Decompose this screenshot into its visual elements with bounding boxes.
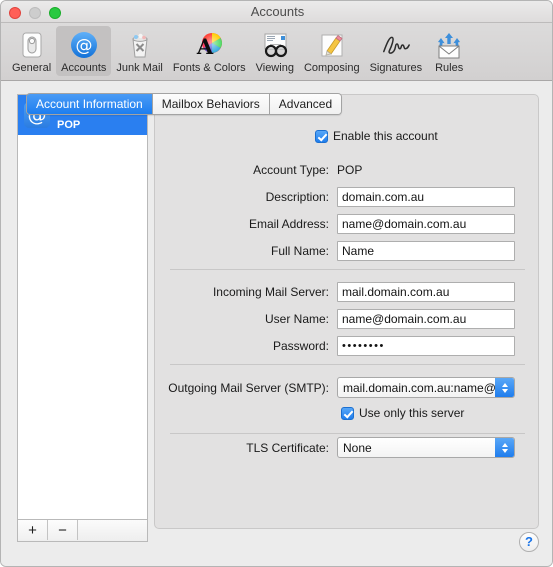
- toolbar-item-viewing[interactable]: Viewing: [251, 26, 299, 76]
- outgoing-mail-server-row: Outgoing Mail Server (SMTP): mail.domain…: [155, 377, 540, 398]
- use-only-this-server-checkbox[interactable]: Use only this server: [341, 406, 464, 420]
- signature-icon: [380, 29, 412, 61]
- email-address-input[interactable]: name@domain.com.au: [337, 214, 515, 234]
- toolbar-label: Accounts: [61, 62, 107, 74]
- account-type-value: POP: [337, 163, 363, 177]
- description-label: Description:: [265, 190, 329, 204]
- toolbar-item-general[interactable]: General: [7, 26, 56, 76]
- tab-mailbox-behaviors[interactable]: Mailbox Behaviors: [152, 94, 270, 114]
- toolbar-item-fonts-colors[interactable]: A Fonts & Colors: [168, 26, 251, 76]
- eyeglasses-icon: [259, 29, 291, 61]
- chevron-updown-icon: [495, 438, 514, 457]
- full-name-row: Full Name: Name: [155, 241, 540, 261]
- preferences-body: @ domain.co… POP + − Enable this account…: [1, 81, 552, 566]
- toolbar-label: Junk Mail: [116, 62, 163, 74]
- window-title: Accounts: [250, 4, 305, 19]
- password-label: Password:: [272, 339, 329, 353]
- toolbar-label: Fonts & Colors: [172, 62, 246, 74]
- toolbar-label: Composing: [303, 62, 360, 74]
- user-name-label: User Name:: [264, 312, 329, 326]
- user-name-row: User Name: name@domain.com.au: [155, 309, 540, 329]
- footer-filler: [78, 520, 147, 541]
- toolbar-item-junk-mail[interactable]: Junk Mail: [111, 26, 167, 76]
- general-switch-icon: [16, 29, 48, 61]
- password-row: Password: ••••••••: [155, 336, 540, 356]
- preferences-toolbar: General @ Accounts Junk Mail A Fonts & C…: [1, 23, 552, 81]
- account-detail-panel: Enable this account Account Type: POP De…: [154, 94, 539, 529]
- email-address-row: Email Address: name@domain.com.au: [155, 214, 540, 234]
- font-color-wheel-icon: A: [193, 29, 225, 61]
- svg-text:@: @: [75, 36, 92, 56]
- remove-account-button[interactable]: −: [48, 520, 78, 540]
- tls-certificate-select[interactable]: None: [337, 437, 515, 458]
- toolbar-item-rules[interactable]: Rules: [427, 26, 471, 76]
- toolbar-label: General: [12, 62, 52, 74]
- outgoing-mail-server-value: mail.domain.com.au:name@d: [343, 380, 503, 395]
- incoming-mail-server-row: Incoming Mail Server: mail.domain.com.au: [155, 282, 540, 302]
- full-name-input[interactable]: Name: [337, 241, 515, 261]
- accounts-list[interactable]: @ domain.co… POP: [17, 94, 148, 520]
- enable-account-checkbox[interactable]: Enable this account: [315, 129, 438, 143]
- password-input[interactable]: ••••••••: [337, 336, 515, 356]
- use-only-this-server-label: Use only this server: [359, 406, 465, 420]
- pencil-paper-icon: [316, 29, 348, 61]
- divider: [170, 364, 525, 365]
- toolbar-item-composing[interactable]: Composing: [299, 26, 365, 76]
- toolbar-item-accounts[interactable]: @ Accounts: [56, 26, 112, 76]
- incoming-mail-server-input[interactable]: mail.domain.com.au: [337, 282, 515, 302]
- full-name-label: Full Name:: [270, 244, 329, 258]
- description-input[interactable]: domain.com.au: [337, 187, 515, 207]
- description-row: Description: domain.com.au: [155, 187, 540, 207]
- add-account-button[interactable]: +: [18, 520, 48, 540]
- account-type-row: Account Type: POP: [155, 163, 540, 177]
- title-bar: Accounts: [1, 1, 552, 23]
- email-address-label: Email Address:: [248, 217, 329, 231]
- svg-text:A: A: [196, 34, 214, 59]
- divider: [170, 269, 525, 270]
- account-type: POP: [57, 119, 81, 131]
- help-button[interactable]: ?: [519, 532, 539, 552]
- user-name-input[interactable]: name@domain.com.au: [337, 309, 515, 329]
- envelope-arrows-icon: [433, 29, 465, 61]
- outgoing-mail-server-label: Outgoing Mail Server (SMTP):: [168, 380, 329, 395]
- chevron-updown-icon: [495, 378, 514, 397]
- tls-certificate-value: None: [343, 440, 372, 455]
- toolbar-label: Signatures: [369, 62, 423, 74]
- toolbar-item-signatures[interactable]: Signatures: [365, 26, 428, 76]
- tls-certificate-row: TLS Certificate: None: [155, 437, 540, 458]
- toolbar-label: Viewing: [255, 62, 294, 74]
- enable-account-label: Enable this account: [333, 129, 438, 143]
- checkmark-icon: [315, 129, 328, 143]
- tab-advanced[interactable]: Advanced: [269, 94, 342, 114]
- toolbar-label: Rules: [435, 62, 464, 74]
- accounts-list-footer: + −: [17, 520, 148, 542]
- checkmark-icon: [341, 406, 354, 420]
- accounts-preferences-window: Accounts General @ Accounts Junk Mail A …: [0, 0, 553, 567]
- divider: [170, 433, 525, 434]
- tab-account-information[interactable]: Account Information: [27, 94, 153, 114]
- incoming-mail-server-label: Incoming Mail Server:: [212, 285, 329, 299]
- tls-certificate-label: TLS Certificate:: [246, 440, 329, 455]
- outgoing-mail-server-select[interactable]: mail.domain.com.au:name@d: [337, 377, 515, 398]
- trash-x-icon: [124, 29, 156, 61]
- tab-bar: Account Information Mailbox Behaviors Ad…: [26, 93, 343, 115]
- account-type-label: Account Type:: [253, 163, 329, 177]
- at-sign-icon: @: [68, 29, 100, 61]
